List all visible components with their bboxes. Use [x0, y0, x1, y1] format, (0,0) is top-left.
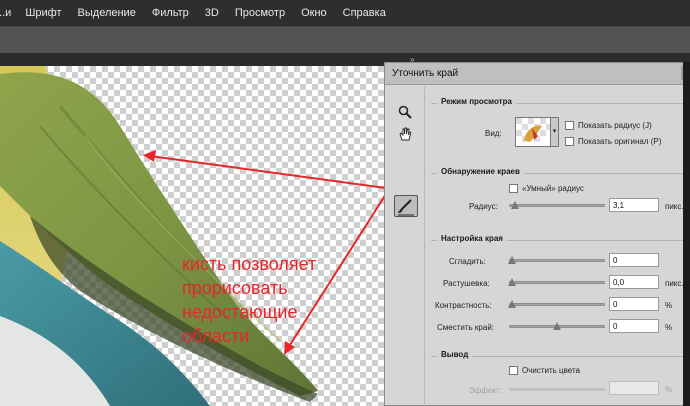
shift-edge-slider-thumb[interactable] [553, 322, 561, 330]
annotation-line: недостающие [182, 302, 298, 322]
effect-input [609, 381, 659, 395]
menu-type[interactable]: Шрифт [25, 7, 61, 19]
smooth-slider[interactable] [508, 256, 605, 264]
radius-input[interactable]: 3,1 [609, 198, 659, 212]
feather-slider-thumb[interactable] [508, 278, 516, 286]
show-radius-checkbox[interactable] [565, 121, 574, 130]
effect-unit: % [665, 385, 673, 394]
feather-unit: пикс. [665, 279, 684, 288]
menu-bar: ...и Шрифт Выделение Фильтр 3D Просмотр … [0, 0, 690, 26]
smart-radius-label: «Умный» радиус [522, 184, 584, 193]
contrast-label: Контрастность: [435, 301, 492, 310]
menu-layer[interactable]: ...и [0, 7, 11, 19]
menu-view[interactable]: Просмотр [235, 7, 285, 19]
effect-slider [509, 388, 605, 391]
smooth-slider-thumb[interactable] [508, 256, 516, 264]
options-bar [0, 26, 690, 54]
menu-window[interactable]: Окно [301, 7, 327, 19]
show-original-label: Показать оригинал (P) [578, 137, 662, 146]
contrast-unit: % [665, 301, 673, 310]
dialog-titlebar[interactable]: Уточнить край [385, 63, 689, 85]
document-canvas[interactable]: кисть позволяет прорисовать недостающие … [0, 66, 384, 406]
smart-radius-checkbox[interactable] [509, 184, 518, 193]
smooth-input[interactable]: 0 [609, 253, 659, 267]
decontaminate-checkbox[interactable] [509, 366, 518, 375]
contrast-input[interactable]: 0 [609, 297, 659, 311]
feather-input[interactable]: 0,0 [609, 275, 659, 289]
shift-edge-input[interactable]: 0 [609, 319, 659, 333]
adjust-edge-title: Настройка края [437, 234, 507, 243]
zoom-icon[interactable] [397, 104, 413, 120]
annotation-line: области [182, 326, 250, 346]
refine-brush-icon[interactable] [394, 195, 418, 217]
shift-edge-slider[interactable] [509, 322, 605, 330]
shift-edge-unit: % [665, 323, 673, 332]
show-original-checkbox[interactable] [565, 137, 574, 146]
menu-filter[interactable]: Фильтр [152, 7, 189, 19]
radius-slider-thumb[interactable] [510, 201, 519, 209]
output-title: Вывод [437, 350, 473, 359]
view-label: Вид: [485, 129, 502, 138]
contrast-slider[interactable] [508, 300, 605, 308]
smooth-label: Сгладить: [449, 257, 486, 266]
dialog-toolbar [385, 86, 425, 406]
view-mode-group: Режим просмотра [431, 97, 687, 157]
radius-slider[interactable] [509, 201, 605, 209]
menu-3d[interactable]: 3D [205, 7, 219, 19]
radius-unit: пикс. [665, 202, 684, 211]
feather-slider[interactable] [508, 278, 605, 286]
effect-label: Эффект: [469, 386, 502, 395]
decontaminate-label: Очистить цвета [522, 366, 580, 375]
hand-icon[interactable] [397, 126, 413, 142]
view-dropdown-arrow-icon[interactable]: ▾ [551, 117, 559, 147]
menu-help[interactable]: Справка [343, 7, 386, 19]
view-mode-title: Режим просмотра [437, 97, 516, 106]
dialog-title: Уточнить край [392, 68, 459, 79]
right-panel-edge [683, 62, 690, 406]
view-preview-icon[interactable] [515, 117, 551, 147]
feather-label: Растушевка: [443, 279, 490, 288]
contrast-slider-thumb[interactable] [508, 300, 516, 308]
show-radius-label: Показать радиус (J) [578, 121, 652, 130]
annotation-text: кисть позволяет прорисовать недостающие … [182, 252, 382, 348]
shift-edge-label: Сместить край: [437, 323, 495, 332]
radius-label: Радиус: [469, 202, 498, 211]
menu-select[interactable]: Выделение [78, 7, 136, 19]
annotation-line: кисть позволяет [182, 254, 317, 274]
edge-detection-title: Обнаружение краев [437, 167, 524, 176]
annotation-line: прорисовать [182, 278, 288, 298]
refine-edge-dialog: Уточнить край Режим просмотра Вид: ▾ Пок… [384, 62, 690, 406]
bird-image [0, 66, 384, 406]
